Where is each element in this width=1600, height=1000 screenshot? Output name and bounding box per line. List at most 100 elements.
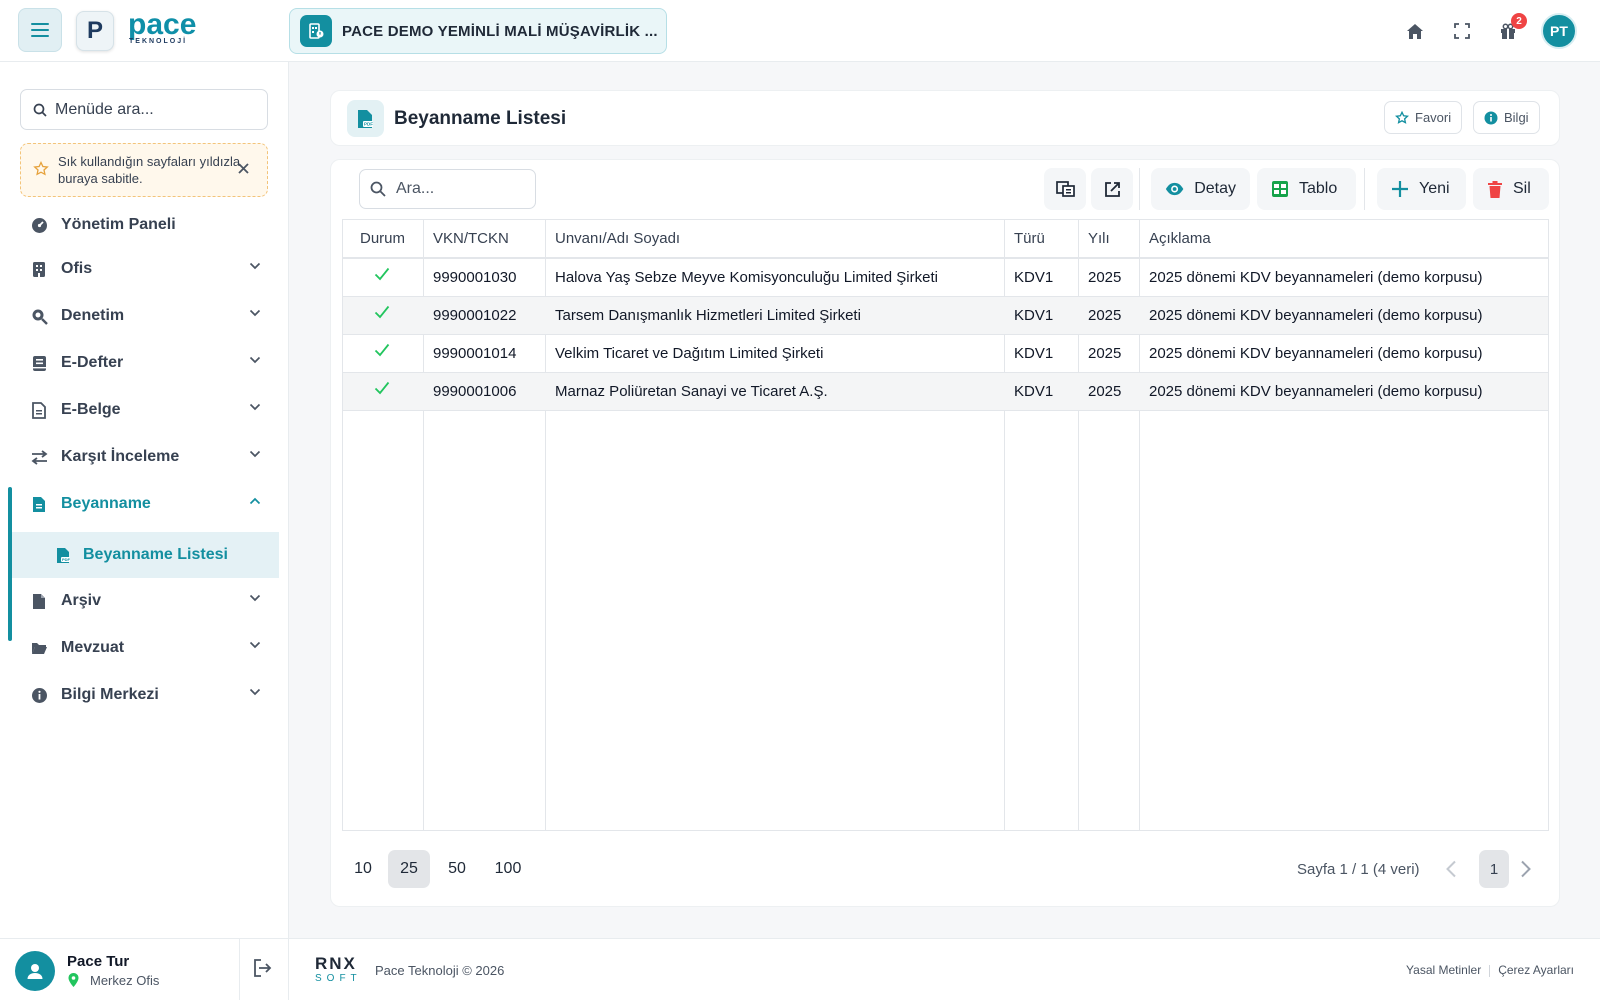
sidebar-item-label: Beyanname bbox=[61, 495, 151, 512]
menu-toggle-button[interactable] bbox=[18, 8, 62, 52]
gauge-icon bbox=[30, 216, 48, 234]
table-search-input[interactable]: Ara... bbox=[359, 169, 536, 209]
search-icon bbox=[33, 103, 47, 117]
page-size-100[interactable]: 100 bbox=[484, 850, 532, 888]
fullscreen-icon bbox=[1454, 23, 1470, 39]
divider bbox=[239, 939, 240, 1000]
divider bbox=[1139, 168, 1140, 210]
table-row[interactable]: 9990001006 Marnaz Poliüretan Sanayi ve T… bbox=[343, 373, 1548, 411]
user-avatar[interactable]: PT bbox=[1541, 13, 1577, 49]
user-panel: Pace Tur Merkez Ofis bbox=[0, 938, 289, 1000]
svg-text:PDF: PDF bbox=[62, 557, 71, 562]
trash-icon bbox=[1488, 180, 1502, 198]
divider bbox=[1364, 168, 1365, 210]
column-header-type[interactable]: Türü bbox=[1014, 230, 1045, 247]
info-circle-icon bbox=[30, 686, 48, 704]
pagination: 10 25 50 100 Sayfa 1 / 1 (4 veri) 1 bbox=[342, 850, 1549, 890]
column-header-durum[interactable]: Durum bbox=[360, 230, 405, 247]
check-icon bbox=[374, 267, 390, 281]
legal-texts-link[interactable]: Yasal Metinler bbox=[1406, 963, 1481, 977]
page-size-25[interactable]: 25 bbox=[388, 850, 430, 888]
office-name: PACE DEMO YEMİNLİ MALİ MÜŞAVİRLİK ... bbox=[342, 22, 658, 40]
column-list-icon bbox=[1055, 181, 1075, 197]
logo-mark: P bbox=[76, 11, 114, 51]
column-header-description[interactable]: Açıklama bbox=[1149, 230, 1211, 247]
audit-search-icon bbox=[30, 307, 48, 325]
user-name: Pace Tur bbox=[67, 953, 130, 970]
star-icon bbox=[1395, 110, 1409, 124]
hamburger-icon bbox=[31, 23, 49, 37]
folder-open-icon bbox=[30, 639, 48, 657]
table-row[interactable]: 9990001022 Tarsem Danışmanlık Hizmetleri… bbox=[343, 297, 1548, 335]
column-header-vkn[interactable]: VKN/TCKN bbox=[433, 230, 509, 247]
check-icon bbox=[374, 343, 390, 357]
fullscreen-button[interactable] bbox=[1450, 19, 1474, 43]
sidebar-item-yonetim-paneli[interactable]: Yönetim Paneli bbox=[0, 203, 289, 247]
sidebar-item-e-defter[interactable]: E-Defter bbox=[0, 341, 289, 385]
pdf-file-icon: PDF bbox=[57, 547, 71, 563]
notification-badge: 2 bbox=[1511, 13, 1527, 29]
star-icon bbox=[33, 161, 49, 176]
sidebar-item-ofis[interactable]: Ofis bbox=[0, 247, 289, 291]
chevron-up-icon bbox=[249, 497, 261, 505]
column-header-year[interactable]: Yılı bbox=[1088, 230, 1110, 247]
column-header-name[interactable]: Unvanı/Adı Soyadı bbox=[555, 230, 680, 247]
cell-type: KDV1 bbox=[1014, 383, 1054, 400]
footer-links: Yasal Metinler Çerez Ayarları bbox=[1406, 963, 1574, 977]
logout-icon[interactable] bbox=[253, 959, 272, 977]
sidebar-item-label: Bilgi Merkezi bbox=[61, 686, 159, 703]
table-row[interactable]: 9990001030 Halova Yaş Sebze Meyve Komisy… bbox=[343, 259, 1548, 297]
table-row[interactable]: 9990001014 Velkim Ticaret ve Dağıtım Lim… bbox=[343, 335, 1548, 373]
eye-icon bbox=[1165, 182, 1184, 196]
cell-type: KDV1 bbox=[1014, 269, 1054, 286]
sidebar-item-arsiv[interactable]: Arşiv bbox=[0, 579, 289, 623]
page-number-button[interactable]: 1 bbox=[1479, 850, 1509, 888]
page-header: PDF Beyanname Listesi Favori Bilgi bbox=[330, 90, 1560, 146]
cell-vkn: 9990001030 bbox=[433, 269, 517, 286]
chevron-down-icon bbox=[249, 641, 261, 649]
cell-type: KDV1 bbox=[1014, 307, 1054, 324]
table-grid-icon bbox=[1272, 181, 1288, 197]
page-size-10[interactable]: 10 bbox=[342, 850, 384, 888]
chevron-down-icon bbox=[249, 356, 261, 364]
close-icon[interactable] bbox=[238, 163, 249, 174]
sidebar-item-e-belge[interactable]: E-Belge bbox=[0, 388, 289, 432]
info-button[interactable]: Bilgi bbox=[1473, 101, 1540, 134]
export-icon bbox=[1104, 181, 1120, 197]
sidebar-item-label: E-Defter bbox=[61, 354, 124, 371]
sidebar: Menüde ara... Sık kullandığın sayfaları … bbox=[0, 62, 289, 938]
column-chooser-button[interactable] bbox=[1044, 168, 1086, 210]
file-text-icon bbox=[30, 495, 48, 513]
table-view-button[interactable]: Tablo bbox=[1257, 168, 1356, 210]
export-button[interactable] bbox=[1091, 168, 1133, 210]
new-button[interactable]: Yeni bbox=[1377, 168, 1466, 210]
sidebar-subitem-beyanname-listesi[interactable]: PDF Beyanname Listesi bbox=[12, 532, 279, 578]
sidebar-subitem-label: Beyanname Listesi bbox=[83, 546, 228, 563]
info-icon bbox=[1484, 111, 1498, 124]
delete-button[interactable]: Sil bbox=[1473, 168, 1549, 210]
footer-copyright: Pace Teknoloji © 2026 bbox=[375, 963, 505, 978]
sidebar-item-mevzuat[interactable]: Mevzuat bbox=[0, 626, 289, 670]
sidebar-item-karsit-inceleme[interactable]: Karşıt İnceleme bbox=[0, 435, 289, 479]
sidebar-item-bilgi-merkezi[interactable]: Bilgi Merkezi bbox=[0, 673, 289, 717]
home-button[interactable] bbox=[1403, 19, 1427, 43]
favorite-button[interactable]: Favori bbox=[1384, 101, 1463, 134]
page-size-50[interactable]: 50 bbox=[436, 850, 478, 888]
favorites-tip: Sık kullandığın sayfaları yıldızla buray… bbox=[20, 143, 268, 197]
page-info: Sayfa 1 / 1 (4 veri) bbox=[1297, 861, 1420, 878]
office-selector[interactable]: PACE DEMO YEMİNLİ MALİ MÜŞAVİRLİK ... bbox=[289, 8, 667, 54]
favorite-label: Favori bbox=[1415, 110, 1452, 125]
user-office: Merkez Ofis bbox=[90, 973, 160, 988]
chevron-down-icon bbox=[249, 688, 261, 696]
detail-button[interactable]: Detay bbox=[1151, 168, 1250, 210]
chevron-right-icon[interactable] bbox=[1520, 860, 1532, 878]
sidebar-item-label: Mevzuat bbox=[61, 639, 125, 656]
sidebar-item-label: Denetim bbox=[61, 307, 125, 324]
plus-icon bbox=[1392, 181, 1408, 197]
menu-search-input[interactable]: Menüde ara... bbox=[20, 89, 268, 130]
sidebar-item-beyanname[interactable]: Beyanname bbox=[0, 482, 289, 526]
user-avatar-large[interactable] bbox=[15, 951, 55, 991]
chevron-left-icon[interactable] bbox=[1445, 860, 1457, 878]
sidebar-item-denetim[interactable]: Denetim bbox=[0, 294, 289, 338]
cookie-settings-link[interactable]: Çerez Ayarları bbox=[1498, 963, 1574, 977]
